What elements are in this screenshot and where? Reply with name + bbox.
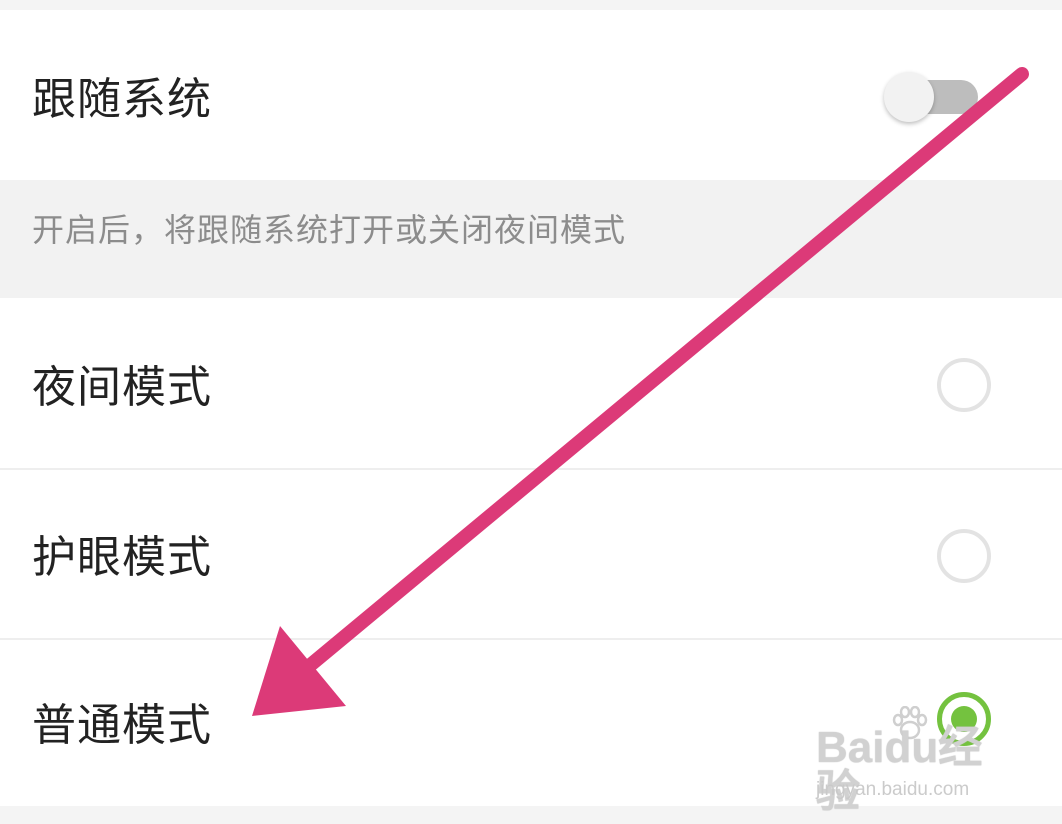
toggle-knob [884,72,934,122]
follow-system-row[interactable]: 跟随系统 [0,10,1062,180]
mode-option-night[interactable]: 夜间模式 [0,298,1062,468]
mode-label-night: 夜间模式 [32,362,212,413]
follow-system-label: 跟随系统 [32,74,212,125]
radio-eye-care[interactable] [937,529,991,583]
watermark-url: jingyan.baidu.com [816,779,970,800]
top-spacer [0,0,1062,10]
follow-system-toggle[interactable] [884,72,980,122]
night-mode-settings-screen: 跟随系统 开启后，将跟随系统打开或关闭夜间模式 夜间模式 护眼模式 普通模式 B… [0,0,1062,824]
follow-system-hint: 开启后，将跟随系统打开或关闭夜间模式 [32,211,627,249]
baidu-jingyan-watermark: Baidu经验 jingyan.baidu.com [816,706,1016,814]
mode-option-eye-care[interactable]: 护眼模式 [0,470,1062,638]
mode-label-eye-care: 护眼模式 [32,532,212,583]
watermark-logo: Baidu经验 [816,723,983,816]
radio-night[interactable] [937,358,991,412]
mode-label-normal: 普通模式 [32,700,212,751]
